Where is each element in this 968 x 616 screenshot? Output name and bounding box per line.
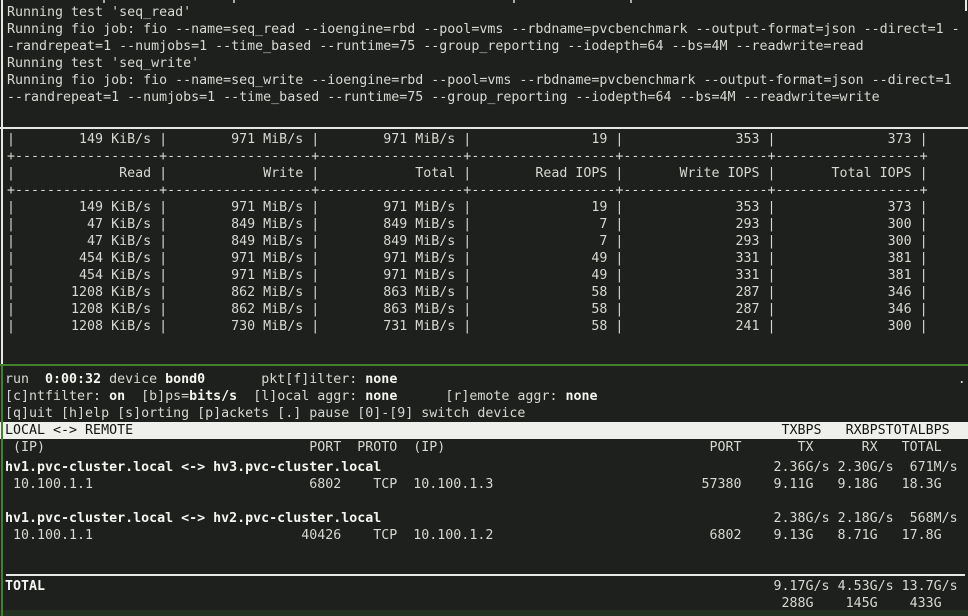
highlighted-value: TOTAL [5,579,45,594]
jnettop-column-header-2: (IP) PORT PROTO (IP) PORT TX RX TOTAL [5,439,968,456]
benchmark-table-line: | 47 KiB/s | 849 MiB/s | 849 MiB/s | 7 |… [7,233,968,250]
fio-output-pane: Running test 'seq_read' Running fio job:… [7,4,968,106]
text-segment: [l]ocal aggr: [253,389,365,404]
highlighted-value: 0:00:32 [45,372,101,387]
highlighted-value: none [565,389,597,404]
jnettop-run-status-line: run 0:00:32 device bond0 pkt[f]ilter: no… [5,371,968,388]
text-segment: device [109,372,165,387]
text-segment: 9.17G/s 4.53G/s 13.7G/s [45,579,958,594]
highlighted-value: bond0 [165,372,205,387]
text-segment: [r]emote aggr: [445,389,565,404]
bottom-border-strip [0,610,968,616]
active-pane-divider-horizontal [0,364,968,366]
text-segment: run [5,372,45,387]
fio-log-line: --randrepeat=1 --numjobs=1 --time_based … [7,89,968,106]
jnettop-menu-line: [q]uit [h]elp [s]orting [p]ackets [.] pa… [5,405,968,422]
clipped-text-remnant [103,0,105,3]
text-segment: [q]uit [h]elp [s]orting [p]ackets [.] pa… [5,406,525,421]
text-segment [205,372,261,387]
highlighted-value: hv1.pvc-cluster.local <-> hv2.pvc-cluste… [5,511,381,526]
pane-border-left-white [1,0,3,364]
text-segment [125,389,141,404]
text-segment [397,389,445,404]
connection-hosts-line: hv1.pvc-cluster.local <-> hv2.pvc-cluste… [5,510,968,527]
highlighted-value: none [365,389,397,404]
fio-log-line: Running fio job: fio --name=seq_write --… [7,72,968,89]
clipped-text-remnant [233,0,235,3]
clipped-text-remnant [630,0,632,3]
text-segment: 2.38G/s 2.18G/s 568M/s [381,511,957,526]
blank-line [5,493,968,510]
fio-log-line: -randrepeat=1 --numjobs=1 --time_based -… [7,38,968,55]
fio-log-line: Running fio job: fio --name=seq_read --i… [7,21,968,38]
jnettop-total-line: TOTAL 9.17G/s 4.53G/s 13.7G/s [5,578,968,595]
benchmark-table-line: | 1208 KiB/s | 862 MiB/s | 863 MiB/s | 5… [7,301,968,318]
fio-log-line: Running test 'seq_read' [7,4,968,21]
text-segment: [c]ntfilter: [5,389,109,404]
benchmark-table-line: | 1208 KiB/s | 730 MiB/s | 731 MiB/s | 5… [7,318,968,335]
jnettop-column-header-1: LOCAL <-> REMOTE TXBPS RXBPSTOTALBPS [0,422,968,439]
terminal-window[interactable]: Running test 'seq_read' Running fio job:… [0,0,968,616]
benchmark-table-line: | Read | Write | Total | Read IOPS | Wri… [7,165,968,182]
text-segment: . [397,372,965,387]
pane-divider-horizontal [0,127,968,129]
highlighted-value: on [109,389,125,404]
clipped-text-remnant [513,0,515,3]
blank-line [5,544,968,561]
total-separator-line [6,574,965,576]
benchmark-table-line: | 454 KiB/s | 971 MiB/s | 971 MiB/s | 49… [7,267,968,284]
benchmark-table-line: | 47 KiB/s | 849 MiB/s | 849 MiB/s | 7 |… [7,216,968,233]
active-pane-border-left-green [1,364,3,616]
benchmark-table-line: +------------------+------------------+-… [7,182,968,199]
text-segment: 2.36G/s 2.30G/s 671M/s [381,460,957,475]
benchmark-table-line: | 454 KiB/s | 971 MiB/s | 971 MiB/s | 49… [7,250,968,267]
benchmark-table-line: | 149 KiB/s | 971 MiB/s | 971 MiB/s | 19… [7,131,968,148]
highlighted-value: none [365,372,397,387]
text-segment: [b]ps= [141,389,189,404]
benchmark-table-line: | 1208 KiB/s | 862 MiB/s | 863 MiB/s | 5… [7,284,968,301]
connection-detail-line: 10.100.1.1 40426 TCP 10.100.1.2 6802 9.1… [5,527,968,544]
benchmark-table-line: | 149 KiB/s | 971 MiB/s | 971 MiB/s | 19… [7,199,968,216]
highlighted-value: bits/s [189,389,237,404]
connection-detail-line: 10.100.1.1 6802 TCP 10.100.1.3 57380 9.1… [5,476,968,493]
text-segment [101,372,109,387]
highlighted-value: hv1.pvc-cluster.local <-> hv3.pvc-cluste… [5,460,381,475]
benchmark-table-line: +------------------+------------------+-… [7,148,968,165]
benchmark-table-pane: | 149 KiB/s | 971 MiB/s | 971 MiB/s | 19… [7,131,968,335]
connection-hosts-line: hv1.pvc-cluster.local <-> hv3.pvc-cluste… [5,459,968,476]
jnettop-filter-status-line: [c]ntfilter: on [b]ps=bits/s [l]ocal agg… [5,388,968,405]
fio-log-line: Running test 'seq_write' [7,55,968,72]
text-segment: pkt[f]ilter: [261,372,365,387]
text-segment [237,389,253,404]
